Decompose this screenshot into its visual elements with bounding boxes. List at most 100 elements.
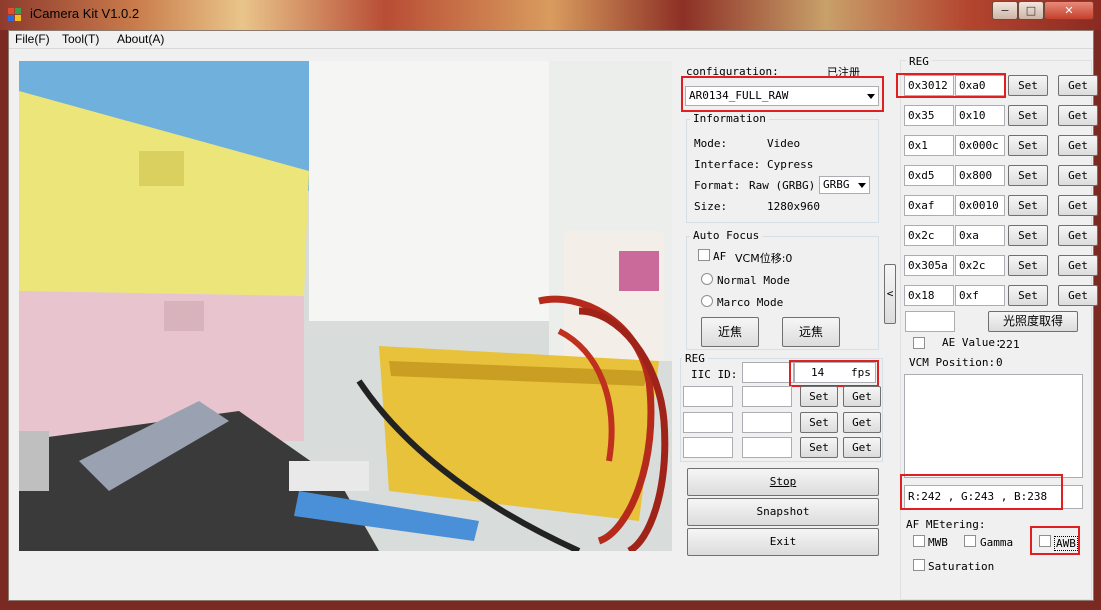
reg-address-input[interactable]: 0xaf <box>904 195 954 216</box>
gamma-checkbox[interactable] <box>964 535 976 547</box>
reg-value-input[interactable]: 0x800 <box>955 165 1005 186</box>
iic-id-input[interactable] <box>742 362 794 383</box>
mode-label: Mode: <box>694 137 728 150</box>
title-bar[interactable] <box>0 0 1101 30</box>
reg-address-input[interactable]: 0x1 <box>904 135 954 156</box>
normal-mode-label: Normal Mode <box>717 274 790 287</box>
bayer-format-value: GRBG <box>823 178 850 191</box>
vcm-position-label: VCM Position: <box>909 356 996 369</box>
iic-value-input-1[interactable] <box>742 386 792 407</box>
menu-about[interactable]: About(A) <box>117 32 164 46</box>
reg-set-button[interactable]: Set <box>1008 105 1048 126</box>
minimize-button[interactable]: − <box>992 1 1018 20</box>
iic-addr-input-3[interactable] <box>683 437 733 458</box>
interface-label: Interface: <box>694 158 761 171</box>
gamma-label: Gamma <box>980 536 1014 549</box>
snapshot-button[interactable]: Snapshot <box>687 498 879 526</box>
reg-get-button[interactable]: Get <box>1058 255 1098 276</box>
reg-address-input[interactable]: 0x305a <box>904 255 954 276</box>
reg-panel-title: REG <box>906 55 932 68</box>
reg-get-button[interactable]: Get <box>1058 75 1098 96</box>
iic-addr-input-1[interactable] <box>683 386 733 407</box>
iic-value-input-3[interactable] <box>742 437 792 458</box>
log-textarea[interactable] <box>904 374 1083 478</box>
mwb-label: MWB <box>928 536 948 549</box>
menu-bar: File(F) Tool(T) About(A) <box>9 31 1093 49</box>
normal-mode-radio[interactable] <box>701 273 713 285</box>
interface-value: Cypress <box>767 158 814 171</box>
app-icon <box>8 8 22 22</box>
reg-set-button[interactable]: Set <box>1008 255 1048 276</box>
window-title: iCamera Kit V1.0.2 <box>30 6 140 21</box>
reg-set-button[interactable]: Set <box>1008 195 1048 216</box>
reg-address-input[interactable]: 0x35 <box>904 105 954 126</box>
iic-id-label: IIC ID: <box>691 368 738 381</box>
highlight-awb <box>1030 526 1080 555</box>
size-value: 1280x960 <box>767 200 820 213</box>
reg-set-button[interactable]: Set <box>1008 225 1048 246</box>
reg-set-button[interactable]: Set <box>1008 135 1048 156</box>
reg-value-input[interactable]: 0x0010 <box>955 195 1005 216</box>
stop-button[interactable]: Stop <box>687 468 879 496</box>
mode-value: Video <box>767 137 801 150</box>
exit-button[interactable]: Exit <box>687 528 879 556</box>
close-button[interactable]: ✕ <box>1044 1 1094 20</box>
camera-preview <box>19 61 672 551</box>
reg-value-input[interactable]: 0x10 <box>955 105 1005 126</box>
iic-get-button-3[interactable]: Get <box>843 437 881 458</box>
af-checkbox[interactable] <box>698 249 710 261</box>
reg-value-input[interactable]: 0x2c <box>955 255 1005 276</box>
reg-get-button[interactable]: Get <box>1058 285 1098 306</box>
highlight-rgb <box>900 474 1063 510</box>
reg-get-button[interactable]: Get <box>1058 105 1098 126</box>
reg-get-button[interactable]: Get <box>1058 165 1098 186</box>
highlight-reg-row-1 <box>896 73 1006 98</box>
reg-set-button[interactable]: Set <box>1008 285 1048 306</box>
menu-tool[interactable]: Tool(T) <box>62 32 99 46</box>
format-value: Raw (GRBG) <box>749 179 816 192</box>
reg-get-button[interactable]: Get <box>1058 195 1098 216</box>
iic-set-button-2[interactable]: Set <box>800 412 838 433</box>
reg-set-button[interactable]: Set <box>1008 165 1048 186</box>
saturation-label: Saturation <box>928 560 995 573</box>
iic-value-input-2[interactable] <box>742 412 792 433</box>
reg-value-input[interactable]: 0xa <box>955 225 1005 246</box>
iic-set-button-1[interactable]: Set <box>800 386 838 407</box>
ae-checkbox[interactable] <box>913 337 925 349</box>
information-title: Information <box>690 112 769 125</box>
menu-file[interactable]: File(F) <box>15 32 50 46</box>
af-metering-title: AF MEtering: <box>906 518 986 531</box>
reg-address-input[interactable]: 0x2c <box>904 225 954 246</box>
mwb-checkbox[interactable] <box>913 535 925 547</box>
marco-mode-label: Marco Mode <box>717 296 784 309</box>
iic-get-button-1[interactable]: Get <box>843 386 881 407</box>
highlight-configuration <box>681 76 884 112</box>
chevron-left-icon: < <box>886 287 894 300</box>
reg-get-button[interactable]: Get <box>1058 135 1098 156</box>
format-label: Format: <box>694 179 741 192</box>
near-focus-button[interactable]: 近焦 <box>701 317 759 347</box>
reg-address-input[interactable]: 0xd5 <box>904 165 954 186</box>
iic-get-button-2[interactable]: Get <box>843 412 881 433</box>
iic-set-button-3[interactable]: Set <box>800 437 838 458</box>
far-focus-button[interactable]: 远焦 <box>782 317 840 347</box>
highlight-fps <box>789 360 879 387</box>
get-illuminance-button[interactable]: 光照度取得 <box>988 311 1078 332</box>
reg-address-input[interactable]: 0x18 <box>904 285 954 306</box>
maximize-button[interactable]: □ <box>1018 1 1044 20</box>
saturation-checkbox[interactable] <box>913 559 925 571</box>
marco-mode-radio[interactable] <box>701 295 713 307</box>
ae-value: 221 <box>999 338 1020 351</box>
reg-value-input[interactable]: 0xf <box>955 285 1005 306</box>
light-value-input[interactable] <box>905 311 955 332</box>
reg-get-button[interactable]: Get <box>1058 225 1098 246</box>
iic-addr-input-2[interactable] <box>683 412 733 433</box>
reg-set-button[interactable]: Set <box>1008 75 1048 96</box>
reg-value-input[interactable]: 0x000c <box>955 135 1005 156</box>
ae-value-label: AE Value: <box>942 336 1002 349</box>
collapse-panel-button[interactable]: < <box>884 264 896 324</box>
auto-focus-title: Auto Focus <box>690 229 763 242</box>
bayer-format-select[interactable]: GRBG <box>819 176 870 194</box>
af-label: AF <box>713 250 727 263</box>
iic-group-title: REG <box>682 352 708 365</box>
